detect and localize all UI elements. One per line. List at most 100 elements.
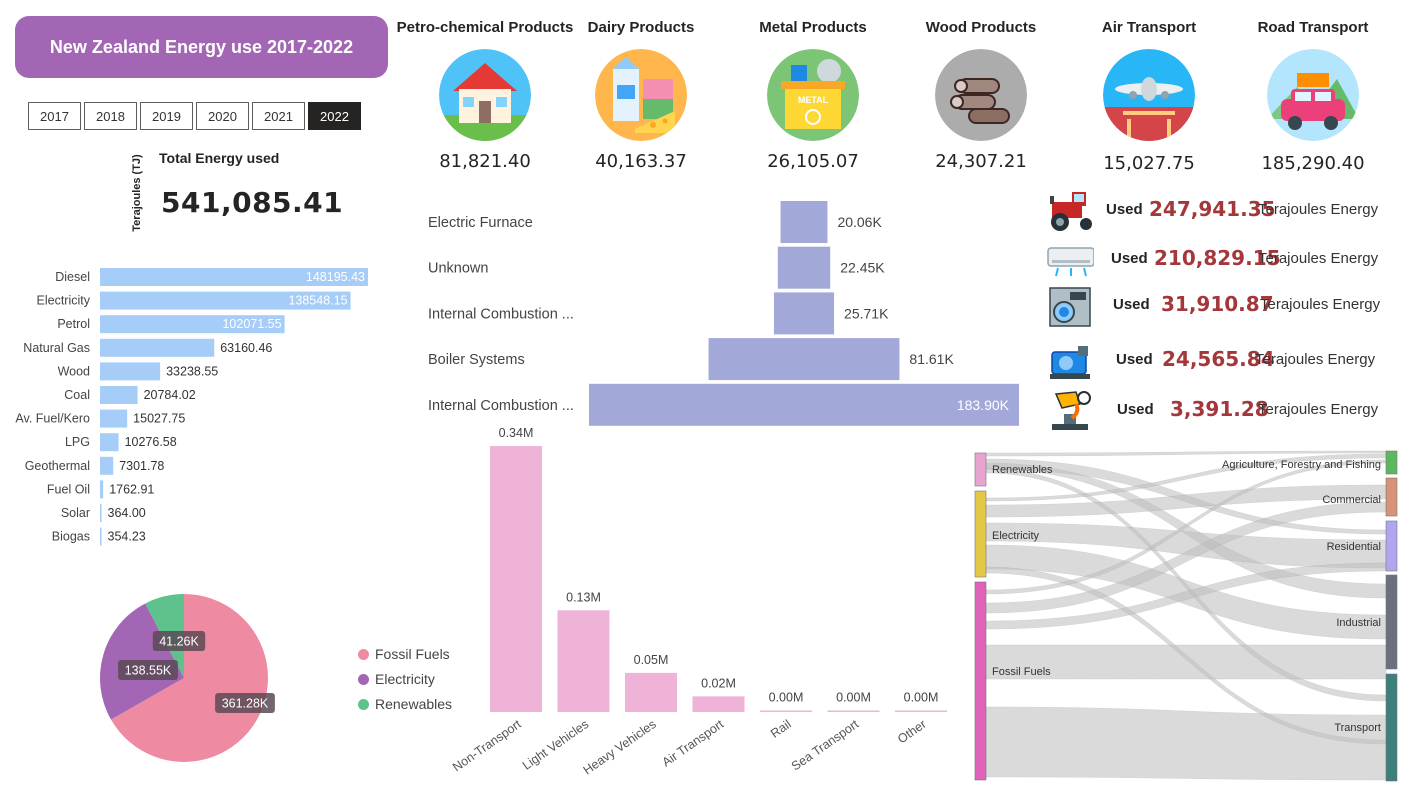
fuel-label: Petrol: [57, 317, 90, 331]
sankey-target-label: Industrial: [1336, 617, 1381, 629]
sankey-flow[interactable]: [985, 706, 1387, 781]
energy-source-pie-chart: 361.28K 138.55K 41.26K: [100, 594, 275, 762]
fuel-bar[interactable]: [100, 480, 104, 499]
transport-bar[interactable]: [557, 610, 610, 712]
fuel-label: Av. Fuel/Kero: [15, 412, 90, 426]
funnel-bar[interactable]: [780, 201, 828, 243]
product-value-5: 185,290.40: [1261, 153, 1365, 174]
used-label: Used: [1117, 401, 1154, 418]
product-title-4: Air Transport: [1101, 19, 1197, 36]
logs-icon: [935, 49, 1027, 141]
product-title-1: Dairy Products: [587, 19, 695, 36]
legend-dot: [358, 673, 369, 685]
year-button-2022[interactable]: 2022: [308, 102, 361, 130]
sankey-target-label: Transport: [1334, 722, 1381, 734]
transport-value-label: 0.00M: [904, 691, 939, 705]
year-button-2020[interactable]: 2020: [196, 102, 249, 130]
fuel-label: Geothermal: [25, 459, 90, 473]
sankey-source-node[interactable]: [974, 490, 987, 578]
product-title-3: Wood Products: [925, 19, 1037, 36]
fuel-label: Electricity: [37, 294, 91, 308]
used-value: 31,910.87: [1161, 292, 1274, 316]
funnel-bar[interactable]: [773, 292, 835, 335]
sankey-source-node[interactable]: [974, 581, 987, 781]
metal-recycle-bin-icon: METAL: [767, 49, 859, 141]
transport-value-label: 0.13M: [566, 590, 601, 604]
product-value-4: 15,027.75: [1103, 153, 1195, 174]
fuel-bar[interactable]: [100, 338, 215, 357]
legend-label: Electricity: [375, 671, 435, 687]
sankey-target-node[interactable]: [1385, 520, 1398, 572]
car-icon: [1267, 49, 1359, 141]
transport-category-label: Non-Transport: [450, 717, 524, 775]
transport-column-chart: 0.34M Non-Transport 0.13M Light Vehicles 0.0…: [450, 428, 947, 777]
transport-category-label: Other: [895, 717, 929, 746]
kpi-axis-text: Terajoules (TJ): [131, 153, 143, 232]
used-label: Used: [1116, 351, 1153, 368]
sankey-target-label: Residential: [1327, 541, 1381, 553]
fuel-label: Biogas: [52, 530, 90, 544]
funnel-bar[interactable]: [589, 383, 1019, 426]
legend-item[interactable]: Renewables: [358, 696, 452, 712]
fuel-bar[interactable]: [100, 362, 161, 381]
transport-bar[interactable]: [625, 672, 677, 712]
fuel-label: Natural Gas: [23, 341, 90, 355]
transport-bar[interactable]: [760, 710, 812, 713]
legend-item[interactable]: Fossil Fuels: [358, 646, 452, 662]
fuel-value-label: 354.23: [108, 530, 146, 544]
transport-bar[interactable]: [692, 696, 745, 712]
sankey-flow[interactable]: [985, 450, 1387, 457]
fuel-value-label: 148195.43: [306, 270, 365, 284]
transport-bar[interactable]: [490, 446, 542, 712]
legend-label: Renewables: [375, 696, 453, 712]
funnel-label: Boiler Systems: [428, 352, 525, 368]
year-button-2019[interactable]: 2019: [140, 102, 193, 130]
fuel-bar[interactable]: [100, 527, 102, 546]
funnel-value-label: 22.45K: [840, 260, 885, 276]
technology-funnel-chart: Electric Furnace 20.06K Unknown 22.45K Inter…: [428, 201, 1019, 426]
year-button-2021[interactable]: 2021: [252, 102, 305, 130]
legend-item[interactable]: Electricity: [358, 671, 452, 687]
transport-bar[interactable]: [895, 710, 947, 713]
transport-bar[interactable]: [827, 710, 880, 713]
fuel-value-label: 7301.78: [119, 459, 164, 473]
product-title-2: Metal Products: [759, 19, 867, 36]
airplane-icon: [1103, 49, 1195, 141]
fuel-bar[interactable]: [100, 409, 128, 428]
fuel-label: Solar: [61, 506, 90, 520]
sankey-target-node[interactable]: [1385, 673, 1398, 782]
sankey-target-node[interactable]: [1385, 574, 1398, 670]
fuel-value-label: 15027.75: [133, 412, 185, 426]
tractor-icon: [1046, 188, 1094, 232]
used-unit: Terajoules Energy: [1260, 296, 1381, 313]
funnel-bar[interactable]: [777, 246, 831, 289]
sankey-target-node[interactable]: [1385, 450, 1398, 475]
transport-value-label: 0.00M: [769, 691, 804, 705]
product-value-3: 24,307.21: [935, 151, 1027, 172]
sankey-source-node[interactable]: [974, 452, 987, 487]
fuel-bar[interactable]: [100, 433, 119, 452]
funnel-value-label: 20.06K: [837, 214, 882, 230]
fuel-label: Wood: [58, 364, 90, 378]
product-value-1: 40,163.37: [595, 151, 687, 172]
fuel-bar[interactable]: [100, 504, 102, 522]
fuel-bar[interactable]: [100, 386, 138, 404]
svg-text:METAL: METAL: [798, 95, 829, 105]
transport-category-label: Light Vehicles: [520, 717, 591, 773]
fuel-value-label: 138548.15: [288, 294, 347, 308]
sankey-target-node[interactable]: [1385, 477, 1398, 517]
year-button-2018[interactable]: 2018: [84, 102, 137, 130]
year-button-2017[interactable]: 2017: [28, 102, 81, 130]
funnel-label: Internal Combustion ...: [428, 398, 574, 414]
transport-category-label: Air Transport: [660, 717, 727, 770]
transport-category-label: Rail: [768, 717, 794, 741]
transport-category-label: Sea Transport: [789, 717, 862, 774]
transport-category-label: Heavy Vehicles: [581, 717, 659, 777]
kpi-axis-label: Terajoules (TJ): [122, 150, 152, 235]
funnel-bar[interactable]: [708, 338, 900, 381]
legend-label: Fossil Fuels: [375, 646, 450, 662]
used-unit: Terajoules Energy: [1258, 250, 1379, 267]
product-title-5: Road Transport: [1257, 19, 1369, 36]
fuel-value-label: 63160.46: [220, 341, 272, 355]
fuel-bar[interactable]: [100, 456, 114, 475]
